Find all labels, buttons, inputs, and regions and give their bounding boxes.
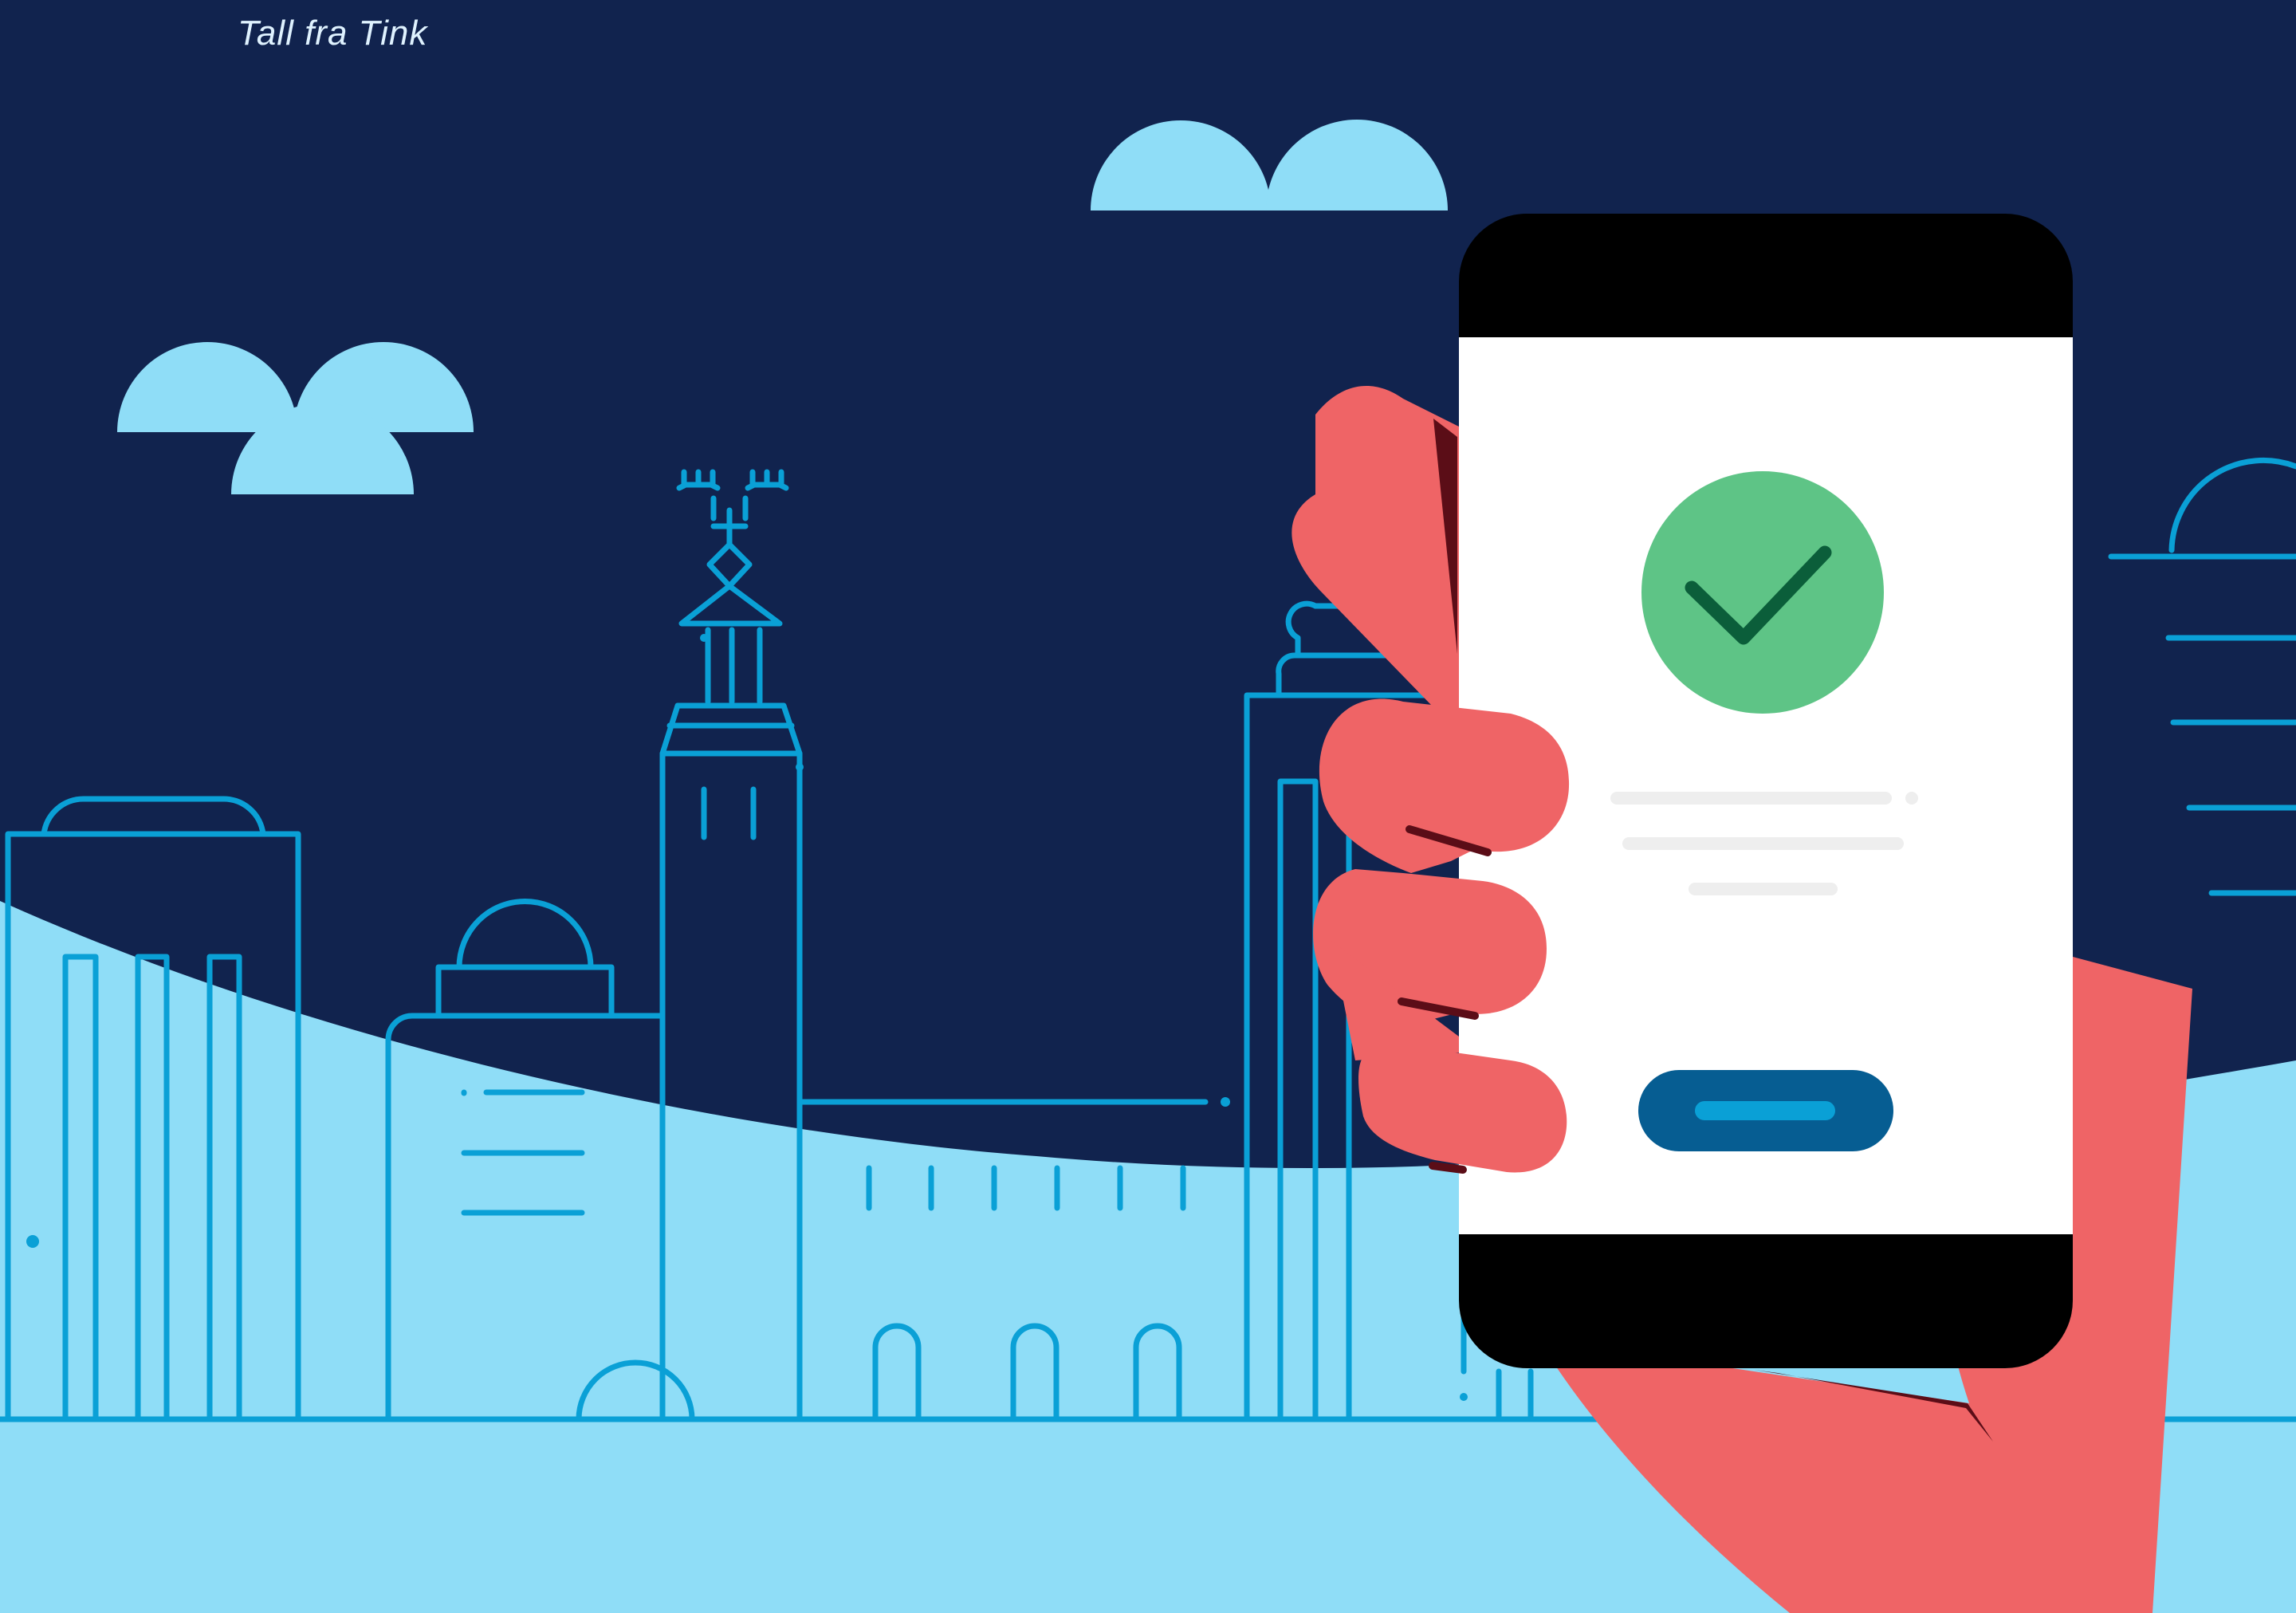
success-circle xyxy=(1641,471,1884,714)
caption: Tall fra Tink xyxy=(238,14,428,53)
illustration xyxy=(0,0,2296,1613)
